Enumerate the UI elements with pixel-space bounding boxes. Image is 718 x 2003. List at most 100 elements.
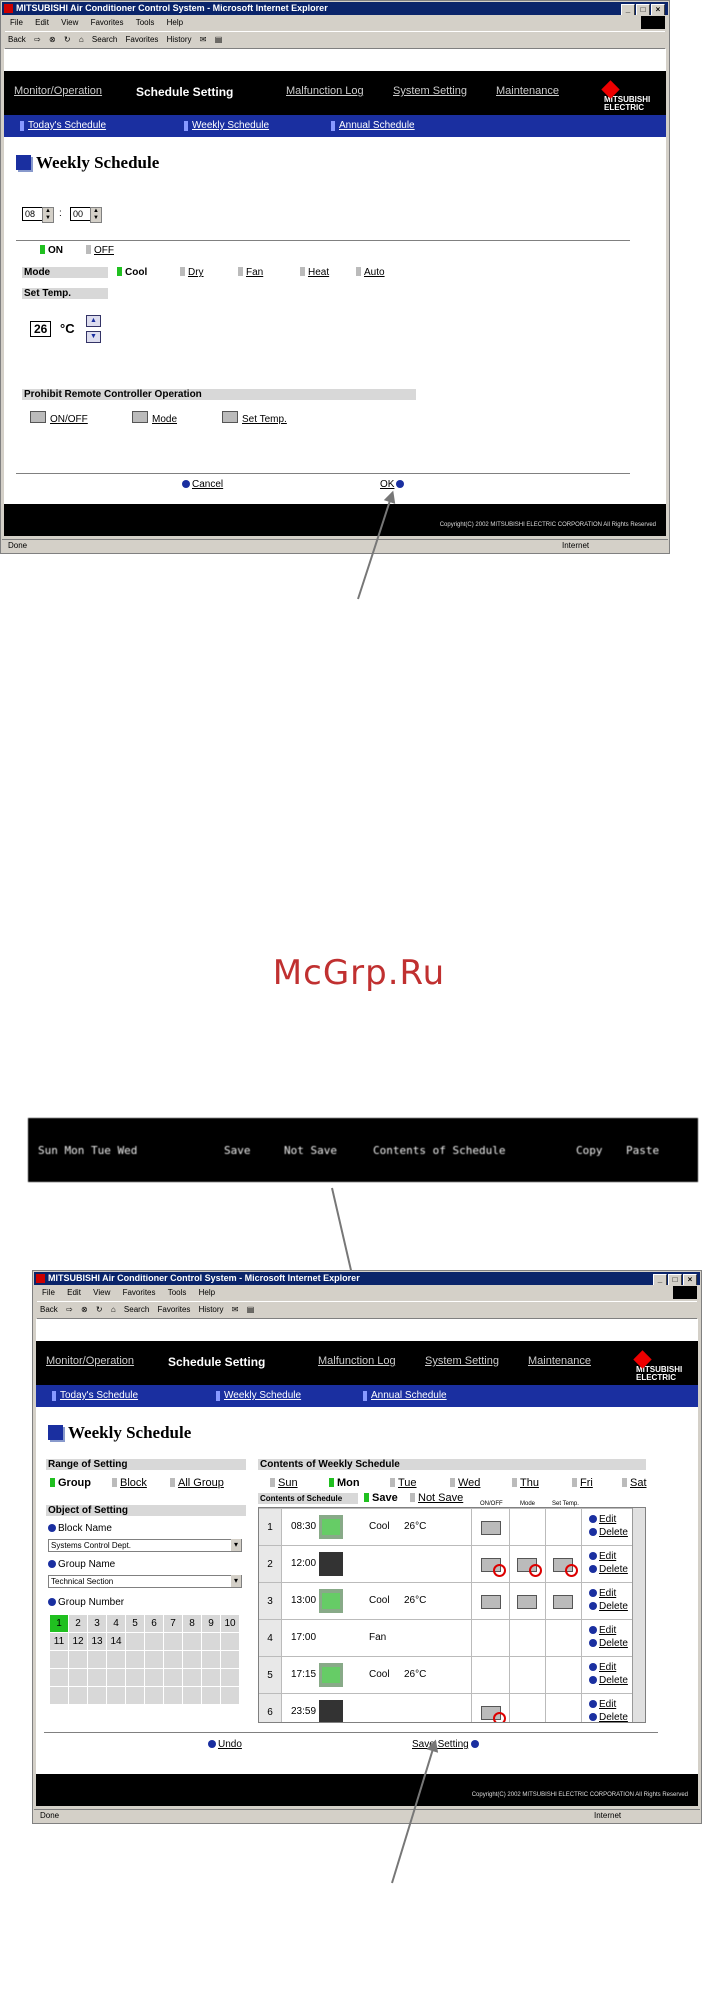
nav-maintenance[interactable]: Maintenance xyxy=(528,1355,591,1367)
range-block[interactable]: Block xyxy=(112,1477,147,1489)
cancel-button[interactable]: Cancel xyxy=(180,479,223,490)
history-button[interactable]: History xyxy=(199,1305,224,1314)
nav-monitor-operation[interactable]: Monitor/Operation xyxy=(14,85,102,97)
edit-link[interactable]: Edit xyxy=(599,1514,616,1525)
refresh-icon[interactable]: ↻ xyxy=(96,1305,103,1314)
day-tue[interactable]: Tue xyxy=(390,1477,417,1489)
group-number-cell[interactable]: 6 xyxy=(145,1615,163,1632)
group-number-cell[interactable]: 13 xyxy=(88,1633,106,1650)
nav-schedule-setting[interactable]: Schedule Setting xyxy=(168,1355,265,1369)
maximize-button[interactable]: □ xyxy=(668,1274,682,1285)
temp-down-icon[interactable]: ▼ xyxy=(86,331,101,343)
mode-dry[interactable]: Dry xyxy=(180,267,204,278)
subnav-todays-schedule[interactable]: Today's Schedule xyxy=(20,120,106,131)
subnav-weekly-schedule[interactable]: Weekly Schedule xyxy=(184,120,269,131)
menu-file[interactable]: File xyxy=(10,18,23,27)
group-number-cell[interactable]: 14 xyxy=(107,1633,125,1650)
mail-icon[interactable]: ✉ xyxy=(200,35,207,44)
subnav-todays-schedule[interactable]: Today's Schedule xyxy=(52,1390,138,1401)
temp-up-icon[interactable]: ▲ xyxy=(86,315,101,327)
subnav-weekly-schedule[interactable]: Weekly Schedule xyxy=(216,1390,301,1401)
stop-icon[interactable]: ⊗ xyxy=(81,1305,88,1314)
off-option[interactable]: OFF xyxy=(86,245,114,256)
favorites-button[interactable]: Favorites xyxy=(158,1305,191,1314)
menu-favorites[interactable]: Favorites xyxy=(123,1288,156,1297)
forward-icon[interactable]: ⇨ xyxy=(34,35,41,44)
delete-link[interactable]: Delete xyxy=(599,1712,628,1722)
menu-tools[interactable]: Tools xyxy=(136,18,155,27)
maximize-button[interactable]: □ xyxy=(636,4,650,15)
edit-link[interactable]: Edit xyxy=(599,1662,616,1673)
minimize-button[interactable]: _ xyxy=(621,4,635,15)
delete-link[interactable]: Delete xyxy=(599,1564,628,1575)
delete-link[interactable]: Delete xyxy=(599,1601,628,1612)
group-number-cell[interactable]: 1 xyxy=(50,1615,68,1632)
print-icon[interactable]: ▤ xyxy=(247,1305,255,1314)
hour-spinner[interactable]: 08 ▲ ▼ xyxy=(22,207,54,223)
home-icon[interactable]: ⌂ xyxy=(111,1305,116,1314)
minimize-button[interactable]: _ xyxy=(653,1274,667,1285)
group-number-cell[interactable]: 7 xyxy=(164,1615,182,1632)
nav-schedule-setting[interactable]: Schedule Setting xyxy=(136,85,233,99)
minute-spinner-arrows-icon[interactable]: ▲ ▼ xyxy=(90,207,102,223)
menu-favorites[interactable]: Favorites xyxy=(91,18,124,27)
prohibit-settemp[interactable]: Set Temp. xyxy=(222,411,287,425)
group-number-cell[interactable]: 5 xyxy=(126,1615,144,1632)
nav-system-setting[interactable]: System Setting xyxy=(393,85,467,97)
stop-icon[interactable]: ⊗ xyxy=(49,35,56,44)
group-number-cell[interactable]: 4 xyxy=(107,1615,125,1632)
mode-heat[interactable]: Heat xyxy=(300,267,329,278)
range-group[interactable]: Group xyxy=(50,1477,91,1489)
mode-auto[interactable]: Auto xyxy=(356,267,385,278)
day-wed[interactable]: Wed xyxy=(450,1477,480,1489)
edit-link[interactable]: Edit xyxy=(599,1588,616,1599)
ok-button[interactable]: OK xyxy=(380,479,406,490)
subnav-annual-schedule[interactable]: Annual Schedule xyxy=(363,1390,447,1401)
delete-link[interactable]: Delete xyxy=(599,1675,628,1686)
table-scrollbar[interactable] xyxy=(632,1508,645,1722)
on-option[interactable]: ON xyxy=(40,245,63,256)
search-button[interactable]: Search xyxy=(124,1305,149,1314)
minute-spinner[interactable]: 00 ▲ ▼ xyxy=(70,207,102,223)
nav-malfunction-log[interactable]: Malfunction Log xyxy=(286,85,364,97)
close-button[interactable]: × xyxy=(683,1274,697,1285)
back-button[interactable]: Back xyxy=(8,35,26,44)
menu-edit[interactable]: Edit xyxy=(67,1288,81,1297)
group-number-cell[interactable]: 2 xyxy=(69,1615,87,1632)
group-number-cell[interactable]: 9 xyxy=(202,1615,220,1632)
group-number-cell[interactable]: 12 xyxy=(69,1633,87,1650)
mode-fan[interactable]: Fan xyxy=(238,267,263,278)
favorites-button[interactable]: Favorites xyxy=(126,35,159,44)
menu-file[interactable]: File xyxy=(42,1288,55,1297)
group-number-cell[interactable]: 10 xyxy=(221,1615,239,1632)
group-number-cell[interactable]: 11 xyxy=(50,1633,68,1650)
day-sun[interactable]: Sun xyxy=(270,1477,298,1489)
range-all-group[interactable]: All Group xyxy=(170,1477,224,1489)
refresh-icon[interactable]: ↻ xyxy=(64,35,71,44)
undo-button[interactable]: Undo xyxy=(206,1739,242,1750)
nav-malfunction-log[interactable]: Malfunction Log xyxy=(318,1355,396,1367)
nav-monitor-operation[interactable]: Monitor/Operation xyxy=(46,1355,134,1367)
day-sat[interactable]: Sat xyxy=(622,1477,647,1489)
nav-system-setting[interactable]: System Setting xyxy=(425,1355,499,1367)
save-option[interactable]: Save xyxy=(364,1492,398,1504)
block-name-select[interactable]: Systems Control Dept. xyxy=(48,1539,242,1552)
hour-spinner-arrows-icon[interactable]: ▲ ▼ xyxy=(42,207,54,223)
menu-edit[interactable]: Edit xyxy=(35,18,49,27)
day-mon[interactable]: Mon xyxy=(329,1477,360,1489)
menu-help[interactable]: Help xyxy=(167,18,183,27)
edit-link[interactable]: Edit xyxy=(599,1699,616,1710)
back-button[interactable]: Back xyxy=(40,1305,58,1314)
print-icon[interactable]: ▤ xyxy=(215,35,223,44)
group-number-cell[interactable]: 8 xyxy=(183,1615,201,1632)
menu-view[interactable]: View xyxy=(61,18,78,27)
day-thu[interactable]: Thu xyxy=(512,1477,539,1489)
menu-help[interactable]: Help xyxy=(199,1288,215,1297)
save-setting-button[interactable]: Save Setting xyxy=(412,1739,481,1750)
mode-cool[interactable]: Cool xyxy=(117,267,147,278)
not-save-option[interactable]: Not Save xyxy=(410,1492,463,1504)
search-button[interactable]: Search xyxy=(92,35,117,44)
menu-view[interactable]: View xyxy=(93,1288,110,1297)
subnav-annual-schedule[interactable]: Annual Schedule xyxy=(331,120,415,131)
delete-link[interactable]: Delete xyxy=(599,1638,628,1649)
